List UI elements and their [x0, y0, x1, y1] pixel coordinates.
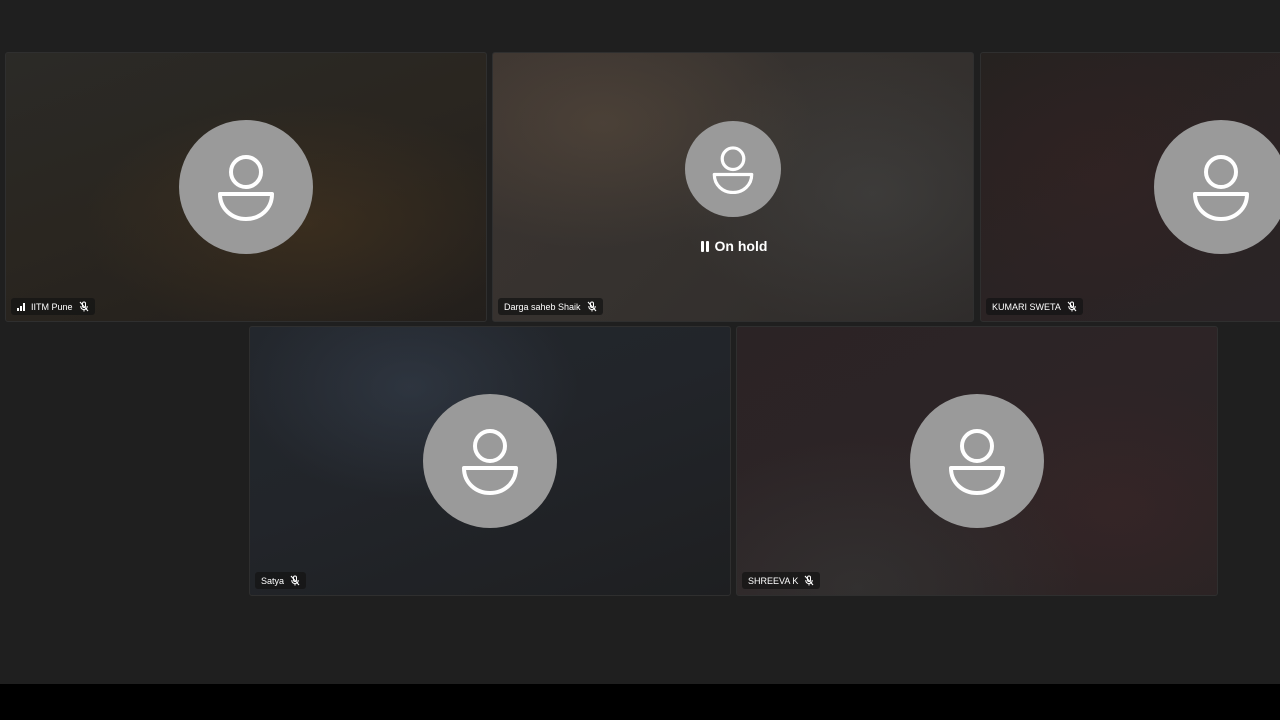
participant-name: Satya: [261, 575, 285, 586]
participant-tile[interactable]: On hold Darga saheb Shaik: [492, 52, 974, 322]
mic-off-icon: [587, 301, 597, 312]
avatar: [910, 394, 1044, 528]
participant-tile[interactable]: KUMARI SWETA: [980, 52, 1280, 322]
video-grid: IITM Pune On hold Darga saheb Shaik KUMA…: [0, 0, 1280, 684]
person-icon: [712, 145, 754, 194]
participant-name: KUMARI SWETA: [992, 301, 1061, 312]
mic-off-icon: [79, 301, 89, 312]
on-hold-label: On hold: [714, 238, 768, 254]
participant-tile[interactable]: SHREEVA K: [736, 326, 1218, 596]
participant-name-tag: KUMARI SWETA: [986, 298, 1083, 315]
mic-off-icon: [1067, 301, 1077, 312]
avatar: [1154, 120, 1280, 254]
pause-icon: [700, 240, 709, 252]
avatar: [423, 394, 557, 528]
person-icon: [949, 429, 1005, 495]
participant-tile[interactable]: IITM Pune: [5, 52, 487, 322]
participant-name: SHREEVA K: [748, 575, 799, 586]
participant-name-tag: Satya: [255, 572, 307, 589]
participant-name-tag: Darga saheb Shaik: [498, 298, 603, 315]
person-icon: [462, 429, 518, 495]
avatar: [685, 121, 781, 217]
mic-off-icon: [290, 575, 300, 586]
participant-name-tag: IITM Pune: [11, 298, 95, 315]
signal-icon: [17, 302, 25, 311]
avatar: [179, 120, 313, 254]
person-icon: [218, 155, 274, 221]
on-hold-status: On hold: [493, 238, 973, 254]
participant-name: IITM Pune: [31, 301, 73, 312]
person-icon: [1193, 155, 1249, 221]
participant-tile[interactable]: Satya: [249, 326, 731, 596]
mic-off-icon: [804, 575, 814, 586]
bottom-black-bar: [0, 684, 1280, 720]
participant-name-tag: SHREEVA K: [742, 572, 821, 589]
participant-name: Darga saheb Shaik: [504, 301, 581, 312]
